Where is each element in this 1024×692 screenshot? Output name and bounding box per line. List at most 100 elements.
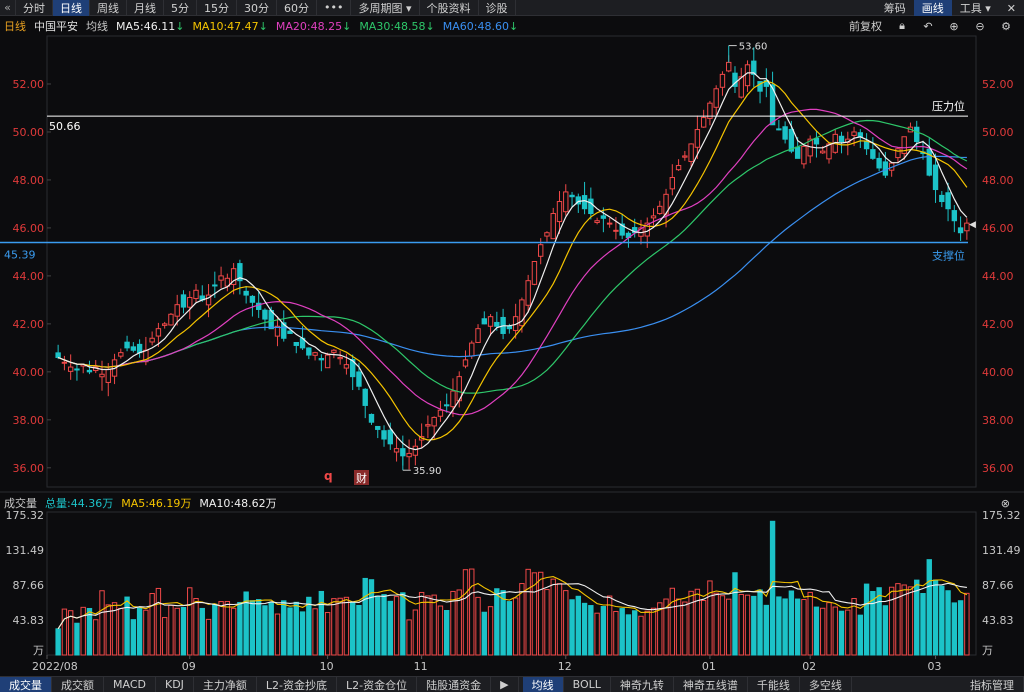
volume-bar xyxy=(143,609,149,656)
candle-body xyxy=(450,390,456,408)
volume-bar xyxy=(700,600,707,656)
x-tick-label: 2022/08 xyxy=(32,660,78,673)
tab-boll[interactable]: BOLL xyxy=(564,677,611,692)
volume-bar xyxy=(801,599,807,656)
candle-body xyxy=(776,128,782,131)
candle-body xyxy=(939,194,945,203)
candle-body xyxy=(337,356,343,360)
volume-bar xyxy=(726,598,732,656)
volume-bar xyxy=(550,578,556,656)
tab-volume[interactable]: 成交量 xyxy=(0,677,52,692)
y-tick-left: 46.00 xyxy=(13,222,45,235)
candle-body xyxy=(55,352,61,358)
volume-bar xyxy=(500,590,506,656)
indicator-manager-button[interactable]: 指标管理 xyxy=(961,677,1024,692)
volume-bar xyxy=(794,598,801,656)
y-tick-right: 46.00 xyxy=(982,222,1014,235)
volume-bar xyxy=(588,605,594,656)
candle-body xyxy=(744,64,751,87)
volume-bar xyxy=(907,586,914,656)
tab-northbound[interactable]: 陆股通资金 xyxy=(417,677,492,692)
kline-chart[interactable]: 52.00 52.00 50.00 50.00 48.00 48.00 46.00 46.00… xyxy=(0,0,1024,676)
x-tick-label: 11 xyxy=(414,660,428,673)
volume-bar xyxy=(86,607,93,656)
volume-bar xyxy=(349,602,356,656)
candle-body xyxy=(293,341,299,346)
candle-body xyxy=(168,313,174,326)
volume-bar xyxy=(93,619,99,656)
volume-bar xyxy=(632,610,638,656)
volume-tick-left: 43.83 xyxy=(13,614,45,627)
x-tick-label: 09 xyxy=(182,660,196,673)
candle-body xyxy=(287,330,293,334)
candle-body xyxy=(187,296,193,308)
candle-body xyxy=(613,229,619,232)
volume-bar xyxy=(293,601,299,656)
volume-bar xyxy=(939,585,945,656)
y-tick-right: 52.00 xyxy=(982,78,1014,91)
candle-body xyxy=(375,425,381,430)
tab-kdj[interactable]: KDJ xyxy=(156,677,194,692)
volume-bar xyxy=(237,601,243,656)
y-tick-left: 42.00 xyxy=(13,318,45,331)
volume-bar xyxy=(61,608,68,656)
y-tick-left: 40.00 xyxy=(13,366,45,379)
tab-l2-bottom[interactable]: L2-资金抄底 xyxy=(257,677,338,692)
volume-bar xyxy=(212,603,218,656)
volume-bar xyxy=(669,587,676,656)
candle-body xyxy=(563,191,569,213)
high-label: 53.60 xyxy=(739,42,768,53)
volume-bar xyxy=(951,602,958,656)
volume-tick-right: 万 xyxy=(982,644,993,657)
tab-ma[interactable]: 均线 xyxy=(522,677,564,692)
tab-main-net[interactable]: 主力净额 xyxy=(194,677,257,692)
tab-l2-position[interactable]: L2-资金仓位 xyxy=(337,677,418,692)
volume-bar xyxy=(807,591,813,656)
volume-bar xyxy=(675,598,682,656)
candle-body xyxy=(343,364,350,369)
volume-bar xyxy=(306,596,312,656)
tab-long-short-line[interactable]: 多空线 xyxy=(800,677,852,692)
candle-body xyxy=(726,61,732,72)
y-tick-right: 38.00 xyxy=(982,414,1014,427)
tab-qianneng-line[interactable]: 千能线 xyxy=(748,677,800,692)
tab-nine-turn[interactable]: 神奇九转 xyxy=(611,677,674,692)
volume-bar xyxy=(581,602,588,656)
volume-bar xyxy=(187,587,193,656)
volume-bar xyxy=(926,559,932,656)
volume-bar xyxy=(556,583,563,656)
volume-bar xyxy=(168,604,174,656)
x-tick-label: 10 xyxy=(320,660,334,673)
volume-bar xyxy=(475,596,481,656)
candle-body xyxy=(951,210,958,222)
candle-body xyxy=(362,388,368,406)
volume-tick-right: 43.83 xyxy=(982,614,1014,627)
volume-bar xyxy=(130,619,137,656)
volume-bar xyxy=(118,607,124,656)
candle-body xyxy=(550,213,556,240)
y-tick-right: 44.00 xyxy=(982,270,1014,283)
candle-body xyxy=(569,194,575,198)
candle-body xyxy=(161,323,168,326)
candle-body xyxy=(688,143,694,162)
candle-body xyxy=(469,342,475,357)
tabs-scroll-right-icon[interactable]: ▶ xyxy=(491,677,519,692)
volume-bar xyxy=(274,613,281,656)
volume-bar xyxy=(525,568,531,656)
volume-tick-left: 175.32 xyxy=(6,509,45,522)
tab-macd[interactable]: MACD xyxy=(104,677,156,692)
candle-body xyxy=(481,318,487,325)
candle-body xyxy=(945,192,951,210)
tab-five-lines[interactable]: 神奇五线谱 xyxy=(674,677,748,692)
volume-bar xyxy=(324,612,331,656)
tab-turnover[interactable]: 成交额 xyxy=(52,677,104,692)
candle-body xyxy=(136,343,143,354)
volume-bar xyxy=(136,607,143,656)
y-tick-left: 36.00 xyxy=(13,462,45,475)
candle-body xyxy=(675,165,682,171)
candle-body xyxy=(857,132,864,138)
candle-body xyxy=(124,341,130,349)
volume-bar xyxy=(218,601,224,656)
candle-body xyxy=(431,416,437,427)
volume-bar xyxy=(469,568,475,656)
